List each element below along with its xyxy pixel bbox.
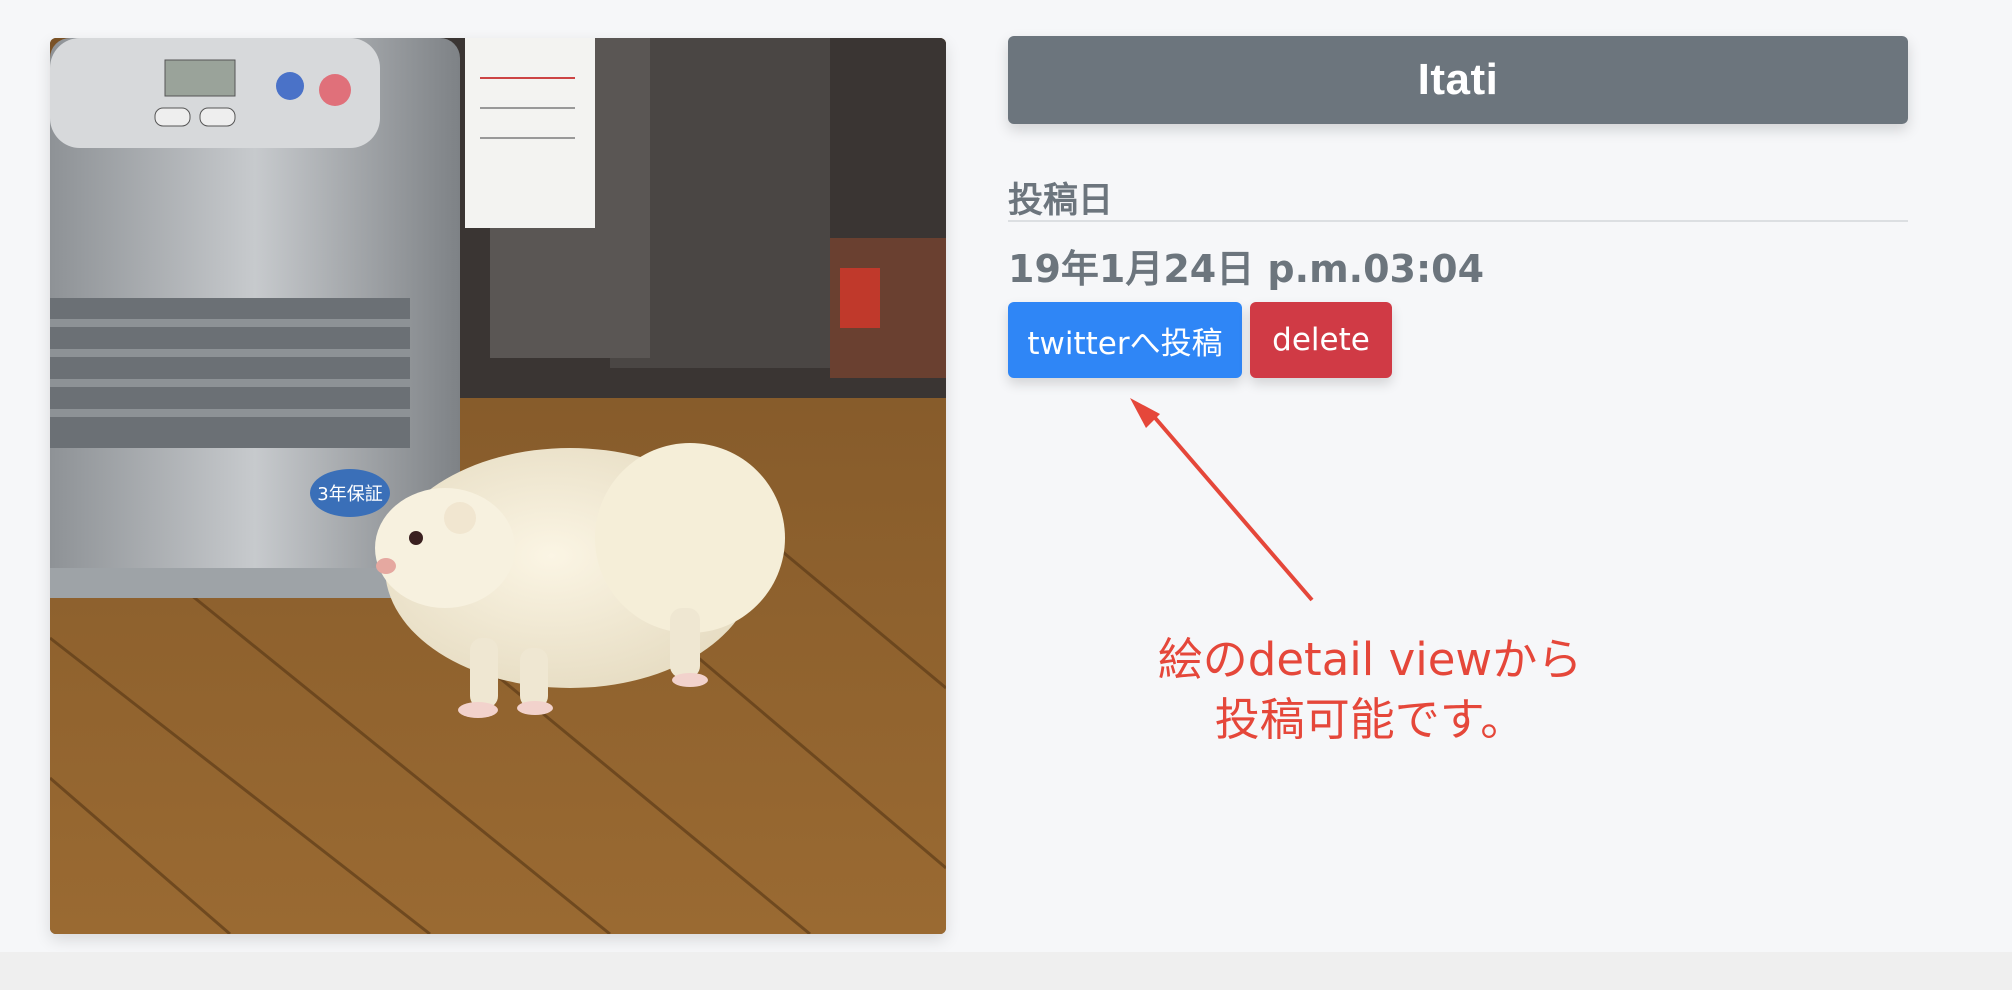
footer-band [0,952,2012,990]
post-date-value: 19年1月24日 p.m.03:04 [1008,247,1485,291]
annotation-line-1: 絵のdetail viewから [1157,633,1583,686]
annotation-line-2: 投稿可能です。 [1214,693,1526,746]
page: 3年保証 Itati 投稿日 19年1月24日 p.m.03:04 twitte… [0,0,2012,990]
annotation-text: 絵のdetail viewから 投稿可能です。 [1140,630,1600,750]
ferret-photo: 3年保証 [50,38,946,934]
delete-button[interactable]: delete [1250,302,1392,378]
page-title: Itati [1417,55,1499,104]
title-bar: Itati [1008,36,1908,124]
divider [1008,220,1908,222]
post-date-label: 投稿日 [1008,181,1114,221]
post-image: 3年保証 [50,38,946,934]
heater-badge-text: 3年保証 [317,484,382,505]
twitter-post-button[interactable]: twitterへ投稿 [1008,302,1242,378]
